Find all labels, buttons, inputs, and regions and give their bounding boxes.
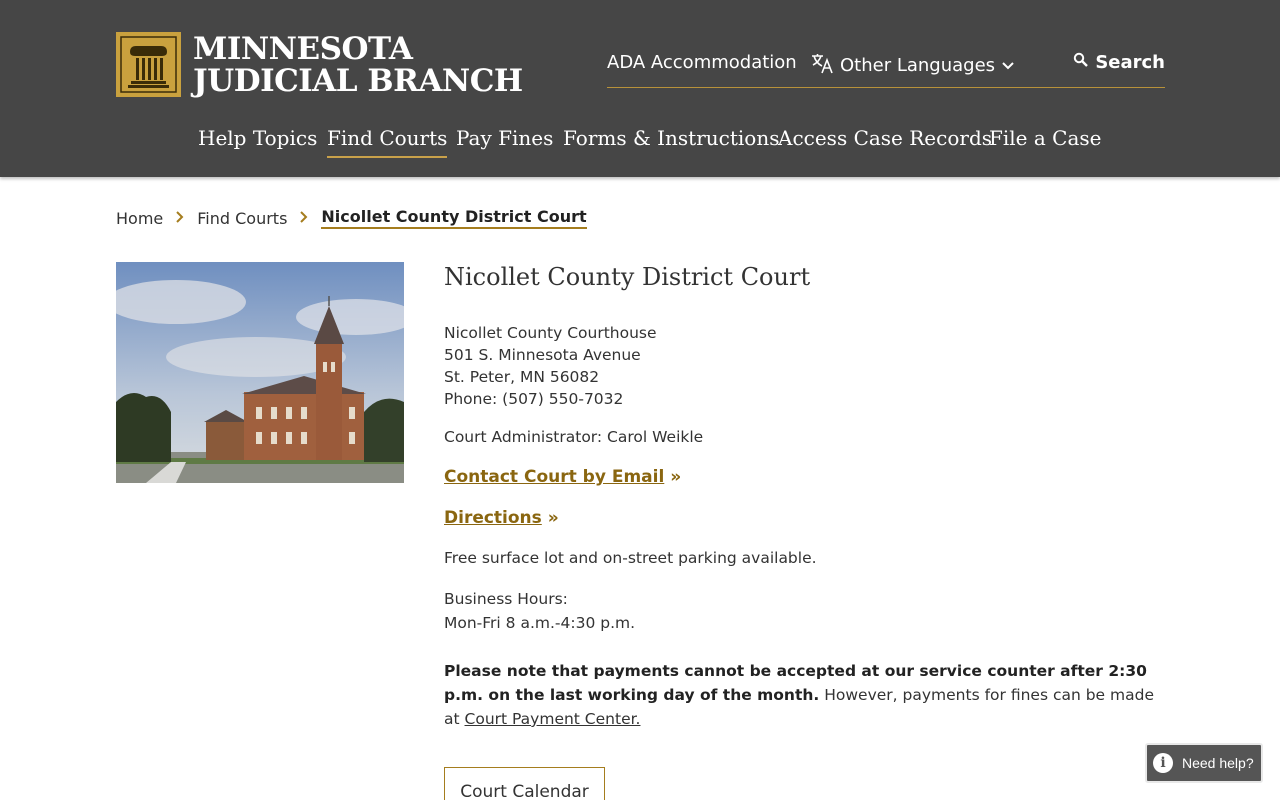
breadcrumb: Home Find Courts Nicollet County Distric… (116, 205, 587, 231)
phone-line: Phone: (507) 550-7032 (444, 390, 624, 408)
chevron-down-icon (1001, 55, 1015, 76)
nav-pay-fines[interactable]: Pay Fines (456, 126, 553, 150)
search-button[interactable]: Search (1073, 52, 1165, 73)
address-line: Nicollet County Courthouse (444, 324, 657, 342)
court-payment-center-link[interactable]: Court Payment Center. (465, 710, 641, 728)
address-line: St. Peter, MN 56082 (444, 368, 600, 386)
utility-nav: ADA Accommodation Other Languages Search (607, 50, 1165, 88)
hours-label: Business Hours: (444, 590, 568, 608)
court-details: Nicollet County District Court Nicollet … (444, 262, 1164, 800)
contact-email-row: Contact Court by Email » (444, 465, 1164, 489)
nav-help-topics[interactable]: Help Topics (198, 126, 317, 150)
search-label: Search (1095, 52, 1165, 73)
nav-forms-instructions[interactable]: Forms & Instructions (563, 126, 779, 150)
logo-line-1: MINNESOTA (193, 30, 413, 67)
nav-access-case-records[interactable]: Access Case Records (778, 126, 992, 150)
need-help-label: Need help? (1182, 755, 1254, 771)
info-icon: i (1153, 753, 1173, 773)
other-languages-label: Other Languages (840, 55, 996, 76)
hours-value: Mon-Fri 8 a.m.-4:30 p.m. (444, 614, 636, 632)
other-languages-dropdown[interactable]: Other Languages (810, 52, 1015, 79)
breadcrumb-home[interactable]: Home (116, 209, 163, 228)
pillar-icon (116, 32, 181, 97)
logo-line-2: JUDICIAL BRANCH (193, 62, 523, 99)
translate-icon (810, 52, 834, 79)
chevron-right-icon (175, 209, 185, 228)
double-chevron-icon: » (547, 508, 559, 528)
directions-link[interactable]: Directions (444, 508, 542, 528)
site-logo[interactable]: MINNESOTA JUDICIAL BRANCH (116, 32, 523, 97)
nav-find-courts[interactable]: Find Courts (327, 126, 448, 158)
payment-notice: Please note that payments cannot be acce… (444, 659, 1154, 731)
need-help-button[interactable]: i Need help? (1145, 743, 1263, 783)
court-administrator: Court Administrator: Carol Weikle (444, 428, 704, 446)
business-hours: Business Hours: Mon-Fri 8 a.m.-4:30 p.m. (444, 587, 1164, 635)
courthouse-photo (116, 262, 404, 483)
nav-file-a-case[interactable]: File a Case (989, 126, 1101, 150)
breadcrumb-current: Nicollet County District Court (321, 207, 587, 229)
search-icon (1073, 52, 1089, 73)
logo-wordmark: MINNESOTA JUDICIAL BRANCH (193, 33, 523, 97)
contact-court-email-link[interactable]: Contact Court by Email (444, 467, 664, 487)
ada-accommodation-link[interactable]: ADA Accommodation (607, 52, 797, 73)
page-title: Nicollet County District Court (444, 263, 811, 291)
chevron-right-icon (299, 209, 309, 228)
address-line: 501 S. Minnesota Avenue (444, 346, 641, 364)
double-chevron-icon: » (670, 467, 682, 487)
court-calendar-button[interactable]: Court Calendar (444, 767, 605, 800)
court-address: Nicollet County Courthouse 501 S. Minnes… (444, 322, 1164, 410)
parking-info: Free surface lot and on-street parking a… (444, 549, 817, 567)
breadcrumb-find-courts[interactable]: Find Courts (197, 209, 287, 228)
directions-row: Directions » (444, 506, 1164, 530)
site-header: MINNESOTA JUDICIAL BRANCH ADA Accommodat… (0, 0, 1280, 177)
